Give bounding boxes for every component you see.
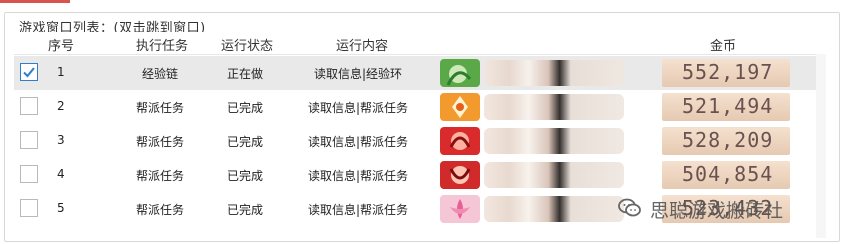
row-content: 读取信息|帮派任务 xyxy=(308,169,409,183)
row-checkbox[interactable] xyxy=(20,131,38,149)
table-row[interactable]: 2 帮派任务 已完成 读取信息|帮派任务 521,494 xyxy=(14,90,826,124)
character-avatar xyxy=(440,59,480,87)
row-index: 4 xyxy=(57,167,65,181)
character-avatar xyxy=(440,195,480,223)
gold-amount: 521,494 xyxy=(682,94,774,118)
row-task: 帮派任务 xyxy=(136,101,185,115)
header-gold[interactable]: 金币 xyxy=(710,35,736,54)
header-task[interactable]: 执行任务 xyxy=(136,35,188,54)
row-checkbox[interactable] xyxy=(20,165,38,183)
blurred-character-name xyxy=(484,196,624,222)
character-avatar xyxy=(440,127,480,155)
character-avatar xyxy=(440,93,480,121)
row-checkbox[interactable] xyxy=(20,199,38,217)
row-content: 读取信息|帮派任务 xyxy=(308,203,409,217)
blurred-character-name xyxy=(484,94,624,120)
row-task: 帮派任务 xyxy=(136,203,185,217)
row-index: 5 xyxy=(57,201,65,215)
row-task: 帮派任务 xyxy=(136,135,185,149)
row-checkbox[interactable] xyxy=(20,63,38,81)
row-checkbox[interactable] xyxy=(20,97,38,115)
row-status: 正在做 xyxy=(227,67,264,81)
row-status: 已完成 xyxy=(227,135,264,149)
row-task: 帮派任务 xyxy=(136,169,185,183)
row-task: 经验链 xyxy=(142,67,179,81)
blurred-character-name xyxy=(484,128,624,154)
row-index: 3 xyxy=(57,133,65,147)
row-content: 读取信息|帮派任务 xyxy=(308,101,409,115)
row-status: 已完成 xyxy=(227,101,264,115)
row-index: 1 xyxy=(57,65,65,79)
row-content: 读取信息|帮派任务 xyxy=(308,135,409,149)
watermark-text: 思聪游戏搬砖社 xyxy=(650,200,784,222)
checkmark-icon xyxy=(23,67,35,78)
gold-amount: 504,854 xyxy=(682,162,774,186)
wechat-icon xyxy=(618,198,641,217)
header-content[interactable]: 运行内容 xyxy=(336,35,388,54)
row-index: 2 xyxy=(57,99,65,113)
vertical-scrollbar[interactable] xyxy=(816,54,826,238)
character-avatar xyxy=(440,161,480,189)
blurred-character-name xyxy=(484,162,624,188)
blurred-character-name xyxy=(484,60,624,86)
table-row[interactable]: 3 帮派任务 已完成 读取信息|帮派任务 528,209 xyxy=(14,124,826,158)
gold-amount: 552,197 xyxy=(682,60,774,84)
table-header: 序号 执行任务 运行状态 运行内容 金币 xyxy=(14,32,826,55)
row-content: 读取信息|经验环 xyxy=(314,67,403,81)
table-row[interactable]: 1 经验链 正在做 读取信息|经验环 552,197 xyxy=(14,56,826,90)
gold-amount: 528,209 xyxy=(682,128,774,152)
active-tab-indicator xyxy=(0,0,70,3)
table-row[interactable]: 4 帮派任务 已完成 读取信息|帮派任务 504,854 xyxy=(14,158,826,192)
header-index[interactable]: 序号 xyxy=(48,35,74,54)
row-status: 已完成 xyxy=(227,169,264,183)
row-status: 已完成 xyxy=(227,203,264,217)
header-status[interactable]: 运行状态 xyxy=(221,35,273,54)
